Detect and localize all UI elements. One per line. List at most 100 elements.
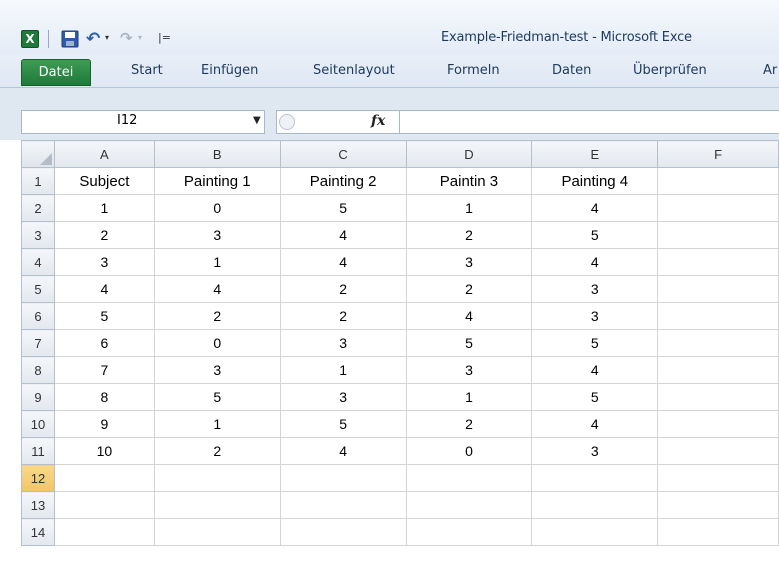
row-header[interactable]: 12 — [21, 464, 55, 492]
column-header-b[interactable]: B — [153, 140, 281, 168]
cell-d9[interactable]: 1 — [405, 383, 533, 411]
tab-daten[interactable]: Daten — [552, 63, 591, 85]
cell-a1[interactable]: Subject — [53, 167, 155, 195]
row-header[interactable]: 1 — [21, 167, 55, 195]
cell-c2[interactable]: 5 — [279, 194, 407, 222]
cell-b6[interactable]: 2 — [153, 302, 281, 330]
cell-d6[interactable]: 4 — [405, 302, 533, 330]
cell-a9[interactable]: 8 — [53, 383, 155, 411]
row-header[interactable]: 14 — [21, 518, 55, 546]
cell-b1[interactable]: Painting 1 — [153, 167, 281, 195]
cell-d2[interactable]: 1 — [405, 194, 533, 222]
cell-b12[interactable] — [153, 464, 281, 492]
cell-e10[interactable]: 4 — [531, 410, 659, 438]
cell-e11[interactable]: 3 — [531, 437, 659, 465]
cell-e13[interactable] — [531, 491, 659, 519]
cell-d7[interactable]: 5 — [405, 329, 533, 357]
tab-ueberpruefen[interactable]: Überprüfen — [633, 63, 707, 85]
insert-function-icon[interactable]: fx — [371, 113, 385, 129]
cell-a10[interactable]: 9 — [53, 410, 155, 438]
cell-e7[interactable]: 5 — [531, 329, 659, 357]
spreadsheet-grid[interactable]: A B C D E F 1 Subject Painting 1 Painting 2… — [21, 140, 779, 588]
cell-d13[interactable] — [405, 491, 533, 519]
column-header-a[interactable]: A — [53, 140, 155, 168]
tab-ansicht[interactable]: Ar — [763, 63, 777, 85]
cell-a11[interactable]: 10 — [53, 437, 155, 465]
row-header[interactable]: 5 — [21, 275, 55, 303]
cell-f14[interactable] — [657, 518, 779, 546]
excel-icon[interactable]: X — [21, 30, 39, 48]
cell-c10[interactable]: 5 — [279, 410, 407, 438]
cell-f12[interactable] — [657, 464, 779, 492]
cell-b10[interactable]: 1 — [153, 410, 281, 438]
cell-e3[interactable]: 5 — [531, 221, 659, 249]
cell-a2[interactable]: 1 — [53, 194, 155, 222]
cell-e4[interactable]: 4 — [531, 248, 659, 276]
cell-f8[interactable] — [657, 356, 779, 384]
tab-datei[interactable]: Datei — [21, 59, 91, 86]
cell-d5[interactable]: 2 — [405, 275, 533, 303]
cell-f6[interactable] — [657, 302, 779, 330]
row-header[interactable]: 9 — [21, 383, 55, 411]
cell-f9[interactable] — [657, 383, 779, 411]
row-header[interactable]: 13 — [21, 491, 55, 519]
cell-e5[interactable]: 3 — [531, 275, 659, 303]
cell-d10[interactable]: 2 — [405, 410, 533, 438]
cell-f3[interactable] — [657, 221, 779, 249]
cell-c9[interactable]: 3 — [279, 383, 407, 411]
cell-f5[interactable] — [657, 275, 779, 303]
cell-a6[interactable]: 5 — [53, 302, 155, 330]
cell-e14[interactable] — [531, 518, 659, 546]
select-all-button[interactable] — [21, 140, 55, 168]
cell-a13[interactable] — [53, 491, 155, 519]
cell-d12[interactable] — [405, 464, 533, 492]
column-header-c[interactable]: C — [279, 140, 407, 168]
tab-seitenlayout[interactable]: Seitenlayout — [313, 63, 395, 85]
cell-a4[interactable]: 3 — [53, 248, 155, 276]
cell-c4[interactable]: 4 — [279, 248, 407, 276]
undo-dropdown-icon[interactable]: ▾ — [105, 33, 109, 42]
row-header[interactable]: 4 — [21, 248, 55, 276]
tab-start[interactable]: Start — [131, 63, 163, 85]
cell-c14[interactable] — [279, 518, 407, 546]
cell-b3[interactable]: 3 — [153, 221, 281, 249]
cell-c1[interactable]: Painting 2 — [279, 167, 407, 195]
cell-f1[interactable] — [657, 167, 779, 195]
row-header[interactable]: 7 — [21, 329, 55, 357]
cell-c8[interactable]: 1 — [279, 356, 407, 384]
cell-a14[interactable] — [53, 518, 155, 546]
column-header-d[interactable]: D — [405, 140, 533, 168]
cell-e2[interactable]: 4 — [531, 194, 659, 222]
cell-c12[interactable] — [279, 464, 407, 492]
row-header[interactable]: 11 — [21, 437, 55, 465]
cell-c6[interactable]: 2 — [279, 302, 407, 330]
cell-a8[interactable]: 7 — [53, 356, 155, 384]
cell-d4[interactable]: 3 — [405, 248, 533, 276]
cell-f4[interactable] — [657, 248, 779, 276]
tab-formeln[interactable]: Formeln — [447, 63, 500, 85]
row-header[interactable]: 6 — [21, 302, 55, 330]
cell-e9[interactable]: 5 — [531, 383, 659, 411]
cell-d8[interactable]: 3 — [405, 356, 533, 384]
cell-b2[interactable]: 0 — [153, 194, 281, 222]
column-header-e[interactable]: E — [531, 140, 659, 168]
tab-einfuegen[interactable]: Einfügen — [201, 63, 258, 85]
cell-f13[interactable] — [657, 491, 779, 519]
save-icon[interactable] — [61, 30, 79, 48]
row-header[interactable]: 3 — [21, 221, 55, 249]
cell-a3[interactable]: 2 — [53, 221, 155, 249]
row-header[interactable]: 8 — [21, 356, 55, 384]
cell-b4[interactable]: 1 — [153, 248, 281, 276]
resize-grip-icon[interactable] — [279, 114, 295, 130]
cell-c11[interactable]: 4 — [279, 437, 407, 465]
cell-e1[interactable]: Painting 4 — [531, 167, 659, 195]
cell-f2[interactable] — [657, 194, 779, 222]
row-header[interactable]: 2 — [21, 194, 55, 222]
name-box[interactable]: I12 ▼ — [21, 110, 265, 134]
row-header[interactable]: 10 — [21, 410, 55, 438]
cell-f11[interactable] — [657, 437, 779, 465]
column-header-f[interactable]: F — [657, 140, 779, 168]
cell-b7[interactable]: 0 — [153, 329, 281, 357]
cell-a5[interactable]: 4 — [53, 275, 155, 303]
cell-c5[interactable]: 2 — [279, 275, 407, 303]
